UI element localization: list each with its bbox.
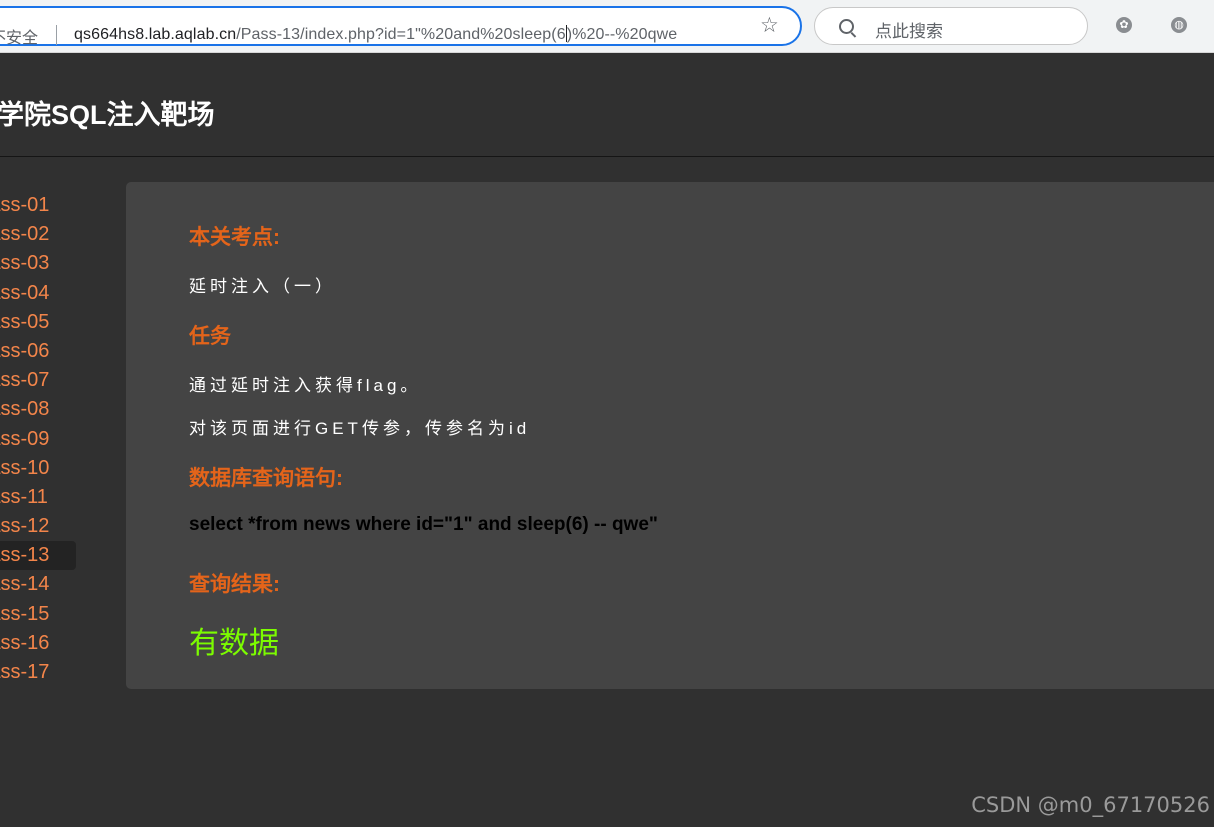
security-label[interactable]: 不安全: [0, 24, 38, 48]
sidebar-item-pass-05[interactable]: Pass-05: [0, 308, 76, 337]
sidebar-item-pass-07[interactable]: Pass-07: [0, 366, 76, 395]
sidebar-nav: Pass-01 Pass-02 Pass-03 Pass-04 Pass-05 …: [0, 191, 76, 687]
task-heading: 任务: [189, 325, 231, 348]
search-icon: [839, 19, 854, 34]
address-bar[interactable]: 不安全 qs664hs8.lab.aqlab.cn/Pass-13/index.…: [0, 6, 802, 48]
result-heading: 查询结果:: [189, 573, 280, 596]
sidebar-item-pass-01[interactable]: Pass-01: [0, 191, 76, 220]
site-header: 全学院SQL注入靶场: [0, 53, 1214, 157]
url-path: /Pass-13/index.php?id=1"%20and%20sleep(6: [236, 26, 566, 43]
url-path-tail: )%20--%20qwe: [566, 26, 678, 43]
browser-toolbar: 不安全 qs664hs8.lab.aqlab.cn/Pass-13/index.…: [0, 0, 1214, 53]
sidebar-item-pass-06[interactable]: Pass-06: [0, 337, 76, 366]
sidebar-item-pass-11[interactable]: Pass-11: [0, 483, 76, 512]
search-placeholder: 点此搜索: [875, 22, 943, 42]
sidebar-item-pass-02[interactable]: Pass-02: [0, 220, 76, 249]
url-text[interactable]: qs664hs8.lab.aqlab.cn/Pass-13/index.php?…: [74, 25, 677, 44]
sidebar-item-pass-03[interactable]: Pass-03: [0, 249, 76, 278]
star-icon[interactable]: ☆: [760, 14, 779, 38]
sidebar-item-pass-15[interactable]: Pass-15: [0, 600, 76, 629]
result-text: 有数据: [189, 627, 279, 660]
watermark: CSDN @m0_67170526: [971, 793, 1210, 817]
sidebar-item-pass-14[interactable]: Pass-14: [0, 570, 76, 599]
sidebar-item-pass-12[interactable]: Pass-12: [0, 512, 76, 541]
focus-heading: 本关考点:: [189, 226, 280, 249]
task-line-1: 通过延时注入获得flag。: [189, 376, 422, 395]
url-host: qs664hs8.lab.aqlab.cn: [74, 26, 237, 43]
sidebar-item-pass-08[interactable]: Pass-08: [0, 395, 76, 424]
extension-icon[interactable]: ✿: [1116, 17, 1132, 33]
task-line-2: 对该页面进行GET传参，传参名为id: [189, 419, 531, 438]
focus-text: 延时注入（一）: [189, 277, 336, 296]
sidebar-item-pass-13[interactable]: Pass-13: [0, 541, 76, 571]
sidebar-item-pass-16[interactable]: Pass-16: [0, 629, 76, 658]
page-title: 全学院SQL注入靶场: [0, 100, 215, 130]
sidebar-item-pass-04[interactable]: Pass-04: [0, 279, 76, 308]
sidebar-item-pass-10[interactable]: Pass-10: [0, 454, 76, 483]
query-text: select *from news where id="1" and sleep…: [189, 514, 658, 535]
sidebar-item-pass-17[interactable]: Pass-17: [0, 658, 76, 687]
globe-icon[interactable]: ◍: [1171, 17, 1187, 33]
query-heading: 数据库查询语句:: [189, 467, 343, 490]
sidebar-item-pass-09[interactable]: Pass-09: [0, 425, 76, 454]
address-divider: [56, 25, 57, 45]
search-box[interactable]: 点此搜索: [814, 7, 1088, 45]
content-panel: 本关考点: 延时注入（一） 任务 通过延时注入获得flag。 对该页面进行GET…: [126, 182, 1214, 689]
